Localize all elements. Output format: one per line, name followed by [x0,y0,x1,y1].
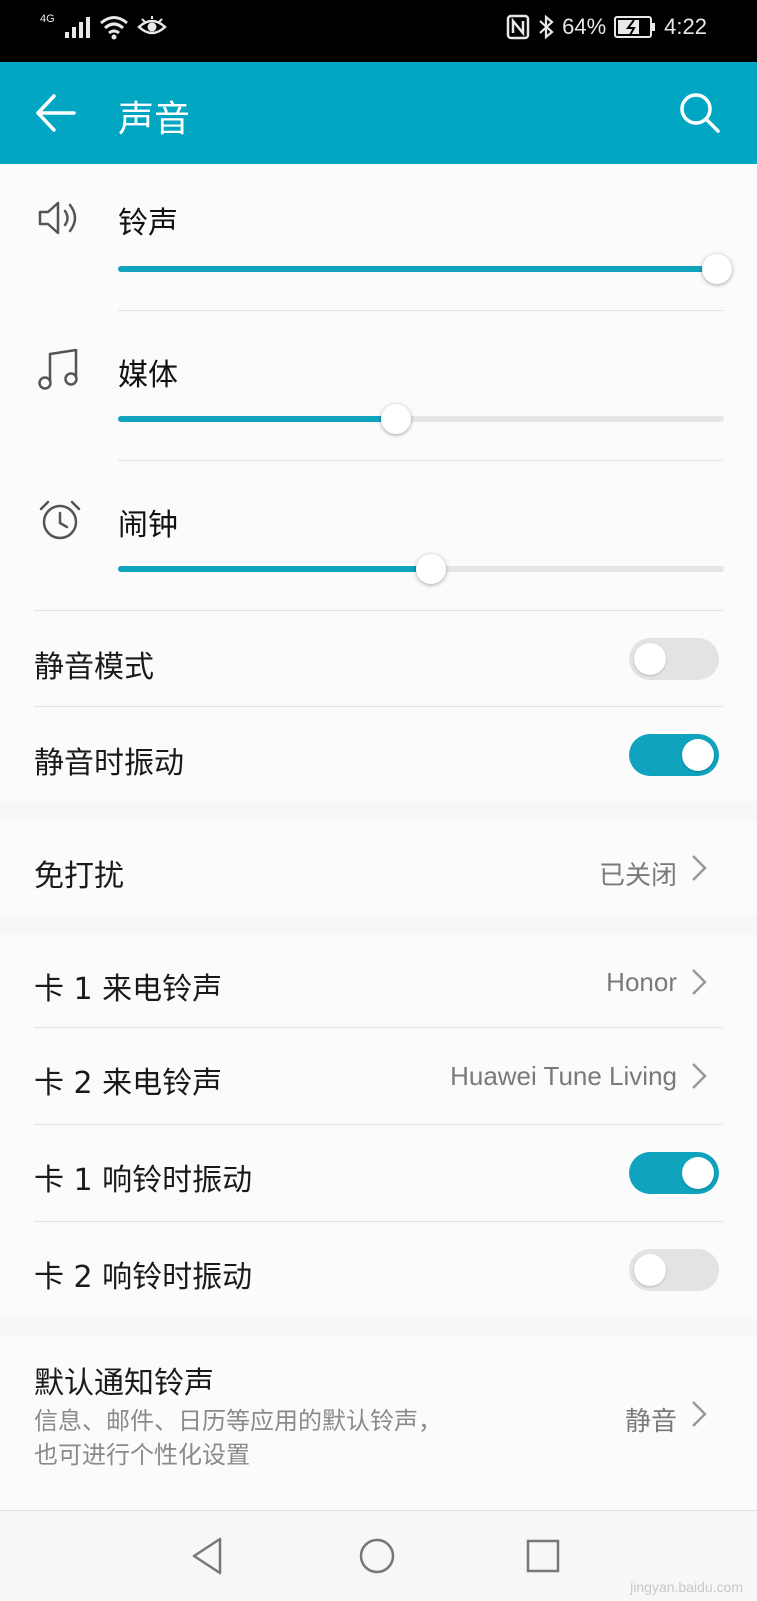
sim1-vibrate-label: 卡 1 响铃时振动 [34,1163,253,1198]
notification-card: 默认通知铃声 信息、邮件、日历等应用的默认铃声，也可进行个性化设置 静音 [0,1336,757,1510]
back-button[interactable] [32,90,82,136]
alarm-volume-label: 闹钟 [118,508,178,543]
search-icon [680,93,720,133]
slider-fill [118,266,724,272]
do-not-disturb-value: 已关闭 [598,861,677,891]
chevron-right-icon [692,855,707,881]
back-triangle-icon[interactable] [186,1533,232,1579]
network-type: 4G [40,13,55,25]
battery-charging-icon [614,16,656,38]
sim2-vibrate-toggle[interactable] [629,1249,719,1291]
bluetooth-icon [539,14,554,40]
silent-mode-label: 静音模式 [34,650,154,685]
divider [118,460,723,461]
wifi-icon [99,16,128,40]
watermark: jingyan.baidu.com [630,1579,743,1595]
clock: 4:22 [664,14,707,39]
slider-thumb[interactable] [416,554,447,584]
slider-fill [118,416,403,422]
slider-fill [118,566,440,572]
default-notification-value: 静音 [624,1407,677,1437]
status-bar: 4G 64% 4:22 [0,0,757,62]
chevron-right-icon [692,1063,707,1089]
sim1-vibrate-toggle[interactable] [629,1152,719,1194]
divider [118,310,723,311]
sim1-vibrate-row[interactable]: 卡 1 响铃时振动 [0,1125,757,1221]
toggle-knob [682,1157,714,1189]
ringtone-volume-label: 铃声 [118,206,178,241]
music-note-icon [38,348,78,390]
toggle-knob [634,643,666,675]
ringtone-card: 卡 1 来电铃声 Honor 卡 2 来电铃声 Huawei Tune Livi… [0,934,757,1318]
navigation-bar: jingyan.baidu.com [0,1510,757,1601]
media-volume-label: 媒体 [118,358,178,393]
eye-icon [136,16,167,35]
battery-percent: 64% [562,14,607,39]
default-notification-subtitle: 信息、邮件、日历等应用的默认铃声，也可进行个性化设置 [34,1407,442,1469]
silent-mode-toggle[interactable] [629,638,719,680]
back-arrow-icon [36,94,76,132]
alarm-volume-slider[interactable] [118,553,724,585]
speaker-icon [38,201,77,235]
slider-thumb[interactable] [702,254,732,284]
sim1-ringtone-value: Honor [606,967,677,997]
home-circle-icon[interactable] [354,1533,400,1579]
silent-mode-row[interactable]: 静音模式 [0,611,757,707]
signal-icon [64,17,90,38]
sim1-ringtone-label: 卡 1 来电铃声 [34,972,223,1007]
toggle-knob [634,1254,666,1286]
sim2-ringtone-label: 卡 2 来电铃声 [34,1066,223,1101]
sim2-ringtone-value: Huawei Tune Living [450,1061,677,1091]
page-title: 声音 [118,99,191,140]
do-not-disturb-label: 免打扰 [34,859,124,894]
vibrate-when-silent-toggle[interactable] [629,734,719,776]
app-bar: 声音 [0,62,757,164]
sim2-ringtone-row[interactable]: 卡 2 来电铃声 Huawei Tune Living [0,1028,757,1124]
recents-square-icon[interactable] [520,1533,566,1579]
search-button[interactable] [677,90,723,136]
default-notification-row[interactable]: 默认通知铃声 信息、邮件、日历等应用的默认铃声，也可进行个性化设置 静音 [0,1336,757,1510]
chevron-right-icon [692,969,707,995]
sim2-vibrate-label: 卡 2 响铃时振动 [34,1260,253,1295]
default-notification-label: 默认通知铃声 [34,1366,214,1401]
volume-card: 铃声 媒体 闹钟 静音模式 静音时振动 [0,164,757,802]
toggle-knob [682,739,714,771]
vibrate-when-silent-row[interactable]: 静音时振动 [0,707,757,802]
vibrate-when-silent-label: 静音时振动 [34,746,184,781]
sim1-ringtone-row[interactable]: 卡 1 来电铃声 Honor [0,934,757,1030]
ringtone-volume-slider[interactable] [118,253,732,285]
alarm-clock-icon [39,500,81,540]
nfc-icon [506,14,530,40]
do-not-disturb-row[interactable]: 免打扰 已关闭 [0,820,757,916]
chevron-right-icon [692,1401,707,1427]
dnd-card: 免打扰 已关闭 [0,820,757,916]
sim2-vibrate-row[interactable]: 卡 2 响铃时振动 [0,1222,757,1318]
media-volume-slider[interactable] [118,403,724,435]
slider-thumb[interactable] [380,404,411,434]
